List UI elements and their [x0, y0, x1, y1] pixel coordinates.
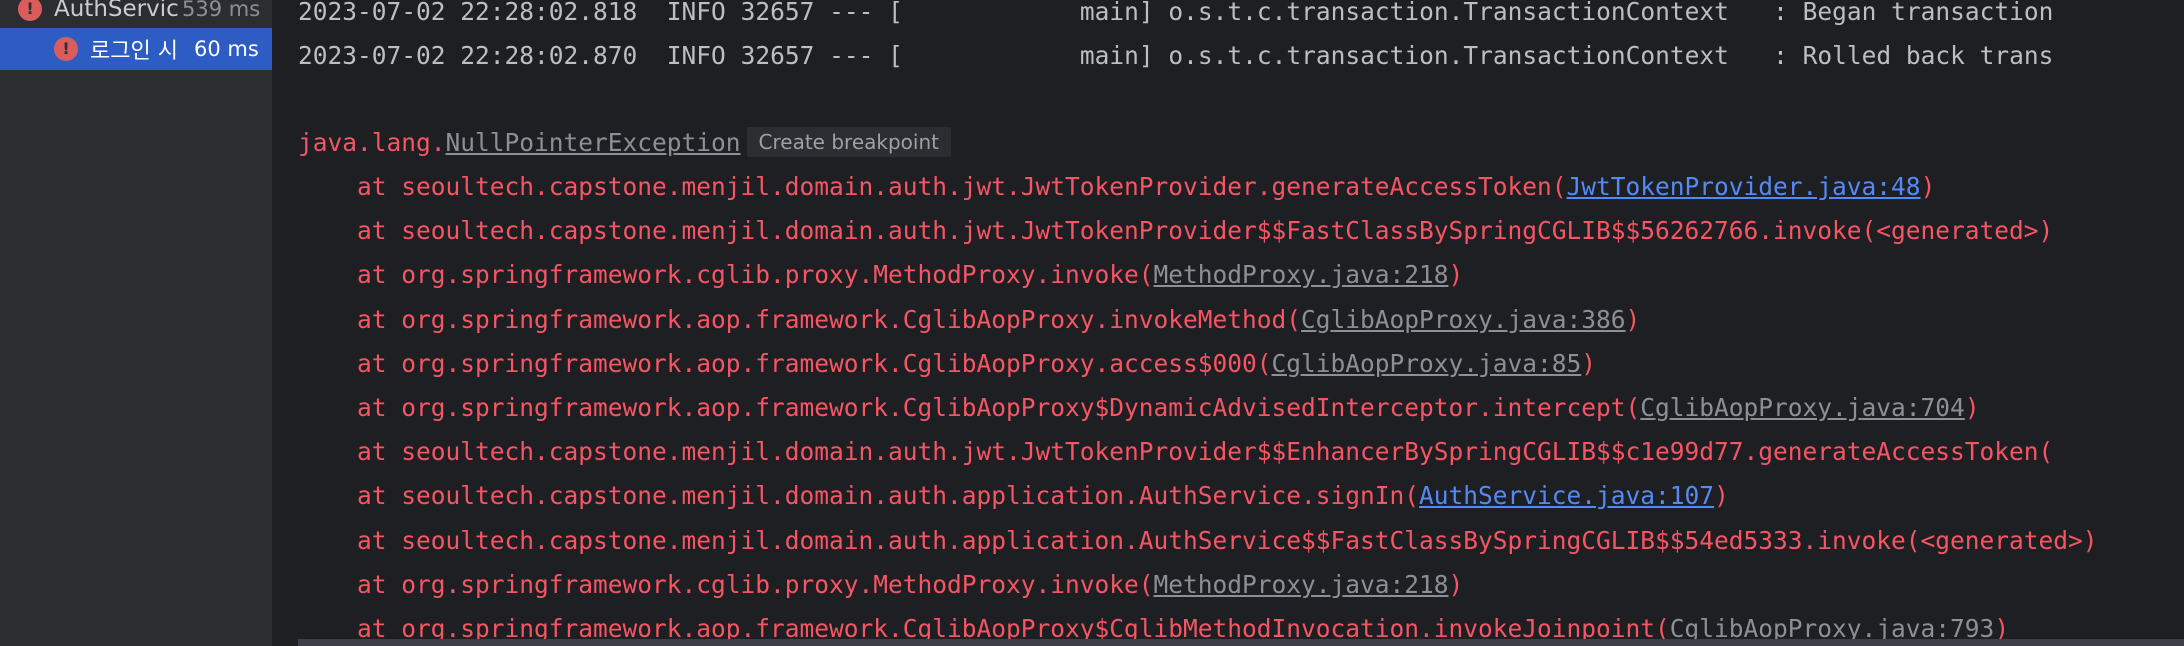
log-timestamp: 2023-07-02 22:28:02.818 — [298, 0, 638, 26]
tree-item-login-test[interactable]: ! 로그인 시 60 ms — [0, 28, 272, 70]
stack-frame-prefix: at — [298, 393, 402, 422]
stack-frame: at seoultech.capstone.menjil.domain.auth… — [298, 165, 1935, 209]
stack-frame: at org.springframework.aop.framework.Cgl… — [298, 342, 1596, 386]
stack-frame-method: org.springframework.cglib.proxy.MethodPr… — [401, 260, 1154, 290]
stack-frame-source-link[interactable]: MethodProxy.java:218 — [1154, 570, 1449, 599]
log-message: : Began transaction — [1773, 0, 2054, 26]
log-thread: main] — [902, 0, 1154, 26]
exception-package: java.lang. — [298, 128, 446, 157]
stack-frame-method: seoultech.capstone.menjil.domain.auth.jw… — [401, 172, 1567, 201]
log-level: INFO — [666, 0, 726, 26]
stack-frame: at seoultech.capstone.menjil.domain.auth… — [298, 519, 2098, 563]
stack-frame-prefix: at — [298, 569, 402, 599]
log-message: : Rolled back trans — [1773, 41, 2054, 70]
log-logger: o.s.t.c.transaction.TransactionContext — [1168, 41, 1729, 70]
stack-frame-method: seoultech.capstone.menjil.domain.auth.jw… — [401, 437, 2054, 467]
horizontal-scrollbar[interactable] — [298, 639, 2184, 646]
test-failed-icon: ! — [18, 0, 42, 21]
log-pid: 32657 — [740, 41, 815, 70]
tree-item-duration: 539 ms — [182, 0, 261, 21]
stack-frame-prefix: at — [298, 525, 402, 555]
stack-frame-method: org.springframework.aop.framework.CglibA… — [401, 393, 1641, 422]
stack-frame-prefix: at — [298, 304, 402, 334]
stack-frame-source-link[interactable]: CglibAopProxy.java:704 — [1640, 393, 1965, 422]
exception-header: java.lang.NullPointerException Create bre… — [298, 121, 951, 165]
tree-item-authservice[interactable]: ! AuthService 539 ms — [0, 0, 272, 30]
stack-frame: at org.springframework.cglib.proxy.Metho… — [298, 253, 1463, 297]
create-breakpoint-button[interactable]: Create breakpoint — [746, 127, 951, 157]
stack-frame: at seoultech.capstone.menjil.domain.auth… — [298, 474, 1729, 518]
stack-frame-prefix: at — [298, 437, 402, 467]
stack-frame-suffix: ) — [1920, 172, 1936, 201]
log-pid: 32657 — [740, 0, 815, 26]
stack-frame-suffix: ) — [1581, 348, 1597, 378]
stack-frame-source-link[interactable]: CglibAopProxy.java:386 — [1301, 305, 1626, 334]
test-failed-icon: ! — [54, 37, 78, 61]
stack-frame-method: org.springframework.cglib.proxy.MethodPr… — [401, 569, 1154, 599]
stack-frame-prefix: at — [298, 481, 402, 511]
stack-frame-source-link[interactable]: JwtTokenProvider.java:48 — [1567, 172, 1921, 201]
log-logger: o.s.t.c.transaction.TransactionContext — [1168, 0, 1729, 26]
stack-frame-source-link[interactable]: CglibAopProxy.java:85 — [1272, 349, 1582, 378]
stack-frame-prefix: at — [298, 172, 402, 201]
stack-frame-suffix: ) — [1714, 481, 1729, 511]
log-level: INFO — [666, 41, 726, 70]
stack-frame-prefix: at — [298, 260, 402, 290]
stack-frame: at org.springframework.cglib.proxy.Metho… — [298, 563, 1463, 607]
stack-frame-method: seoultech.capstone.menjil.domain.auth.jw… — [401, 216, 2054, 246]
tree-item-duration: 60 ms — [193, 37, 259, 61]
stack-frame-suffix: ) — [1448, 260, 1464, 290]
stack-frame-method: seoultech.capstone.menjil.domain.auth.ap… — [401, 525, 2098, 555]
stack-frame: at seoultech.capstone.menjil.domain.auth… — [298, 430, 2053, 474]
console-output[interactable]: 2023-07-02 22:28:02.818 INFO 32657 --- [… — [272, 0, 2184, 646]
log-timestamp: 2023-07-02 22:28:02.870 — [298, 41, 638, 70]
stack-frame-prefix: at — [298, 348, 402, 378]
stack-frame: at org.springframework.aop.framework.Cgl… — [298, 386, 1980, 430]
stack-frame-method: seoultech.capstone.menjil.domain.auth.ap… — [401, 481, 1420, 511]
test-results-tree: ! AuthService 539 ms ! 로그인 시 60 ms — [0, 0, 272, 646]
stack-frame-suffix: ) — [1964, 393, 1980, 422]
tree-item-label: AuthService — [54, 0, 179, 22]
stack-frame: at org.springframework.aop.framework.Cgl… — [298, 298, 1640, 342]
exception-class-link[interactable]: NullPointerException — [446, 128, 741, 157]
stack-frame-prefix: at — [298, 216, 402, 246]
stack-frame-source-link[interactable]: AuthService.java:107 — [1419, 481, 1714, 510]
tree-item-label: 로그인 시 — [90, 39, 178, 64]
stack-frame-source-link[interactable]: MethodProxy.java:218 — [1154, 260, 1449, 289]
stack-frame-suffix: ) — [1448, 569, 1464, 599]
log-thread: main] — [902, 41, 1154, 70]
stack-frame-suffix: ) — [1625, 304, 1641, 334]
stack-frame-method: org.springframework.aop.framework.CglibA… — [401, 348, 1272, 378]
stack-frame: at seoultech.capstone.menjil.domain.auth… — [298, 209, 2053, 253]
stack-frame-method: org.springframework.aop.framework.CglibA… — [401, 304, 1302, 334]
log-line: 2023-07-02 22:28:02.818 INFO 32657 --- [… — [298, 0, 2053, 34]
log-line: 2023-07-02 22:28:02.870 INFO 32657 --- [… — [298, 41, 2054, 70]
